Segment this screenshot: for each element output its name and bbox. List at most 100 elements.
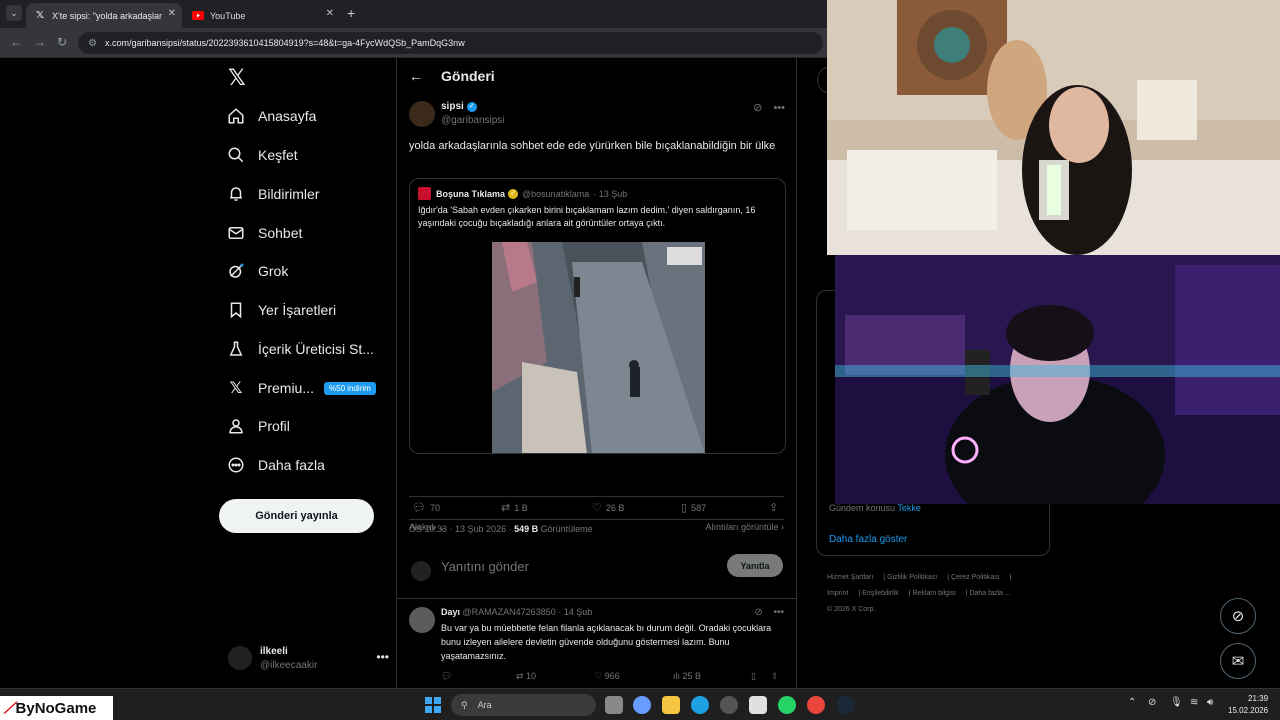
new-tab-button[interactable]: + (347, 5, 355, 21)
trend-topic[interactable]: Gündem konusu Tekke (829, 503, 921, 513)
avatar (411, 561, 431, 581)
more-dots-icon[interactable]: ••• (773, 102, 785, 114)
footer-link[interactable]: Hizmet Şartları (827, 574, 873, 581)
microphone-icon[interactable]: 🎙︎ (1170, 697, 1183, 708)
show-more-link[interactable]: Daha fazla göster (829, 534, 907, 545)
messages-fab[interactable]: ✉ (1220, 643, 1256, 679)
verified-icon: ✓ (508, 188, 519, 199)
more-circle-icon (226, 455, 246, 475)
avatar[interactable] (409, 101, 435, 127)
tab-search-button[interactable]: ⌄ (6, 5, 22, 21)
quote-header: Boşuna Tıklama ✓ @bosunatiklama · 13 Şub (418, 187, 627, 200)
windows-start-icon[interactable] (425, 697, 441, 713)
nav-creator-studio[interactable]: İçerik Üreticisi St... (226, 334, 374, 364)
site-info-icon[interactable]: ⚙ (88, 38, 97, 49)
grok-icon[interactable]: ⊘ (754, 607, 762, 618)
sort-relevant-dropdown[interactable]: Alakalı ⌄ (409, 522, 446, 533)
nav-explore[interactable]: Keşfet (226, 140, 298, 170)
nav-bookmarks[interactable]: Yer İşaretleri (226, 295, 336, 325)
file-explorer-icon[interactable] (662, 696, 680, 714)
copilot-icon[interactable] (633, 696, 651, 714)
account-switcher[interactable]: ilkeeli @ilkeecaakir ••• (224, 640, 389, 676)
trend-prefix: Gündem konusu (829, 503, 896, 513)
reply-icon[interactable]: 💬︎ (441, 671, 452, 682)
nav-more[interactable]: Daha fazla (226, 450, 325, 480)
steam-icon[interactable] (837, 696, 855, 714)
post-button[interactable]: Gönderi yayınla (219, 499, 374, 533)
bookmark-icon[interactable]: ▯ (751, 671, 756, 682)
address-bar[interactable]: ⚙ x.com/garibansipsi/status/202239361041… (78, 32, 823, 54)
views-action[interactable]: ılı 25 B (673, 671, 701, 681)
close-icon[interactable]: ✕ (326, 8, 334, 19)
nav-home[interactable]: Anasayfa (226, 101, 316, 131)
avatar[interactable] (409, 607, 435, 633)
x-logo-icon[interactable]: 𝕏 (228, 66, 246, 91)
reload-icon[interactable]: ↻ (57, 35, 67, 49)
whatsapp-icon[interactable] (778, 696, 796, 714)
nav-grok[interactable]: Grok (226, 256, 288, 286)
author-handle[interactable]: @garibansipsi (441, 115, 505, 126)
system-clock[interactable]: 21:39 15.02.2026 (1228, 693, 1268, 717)
back-arrow-icon[interactable]: ← (409, 68, 423, 84)
store-icon[interactable] (749, 696, 767, 714)
grok-icon[interactable]: ⊘ (753, 102, 762, 114)
nav-premium[interactable]: 𝕏 Premiu... %50 indirim (226, 373, 376, 403)
reply-action[interactable]: 💬︎ 70 (412, 501, 440, 514)
repost-action[interactable]: ⇄ 1 B (501, 501, 528, 514)
settings-gear-icon[interactable] (720, 696, 738, 714)
view-quotes-link[interactable]: Alıntıları görüntüle › (705, 522, 784, 532)
avatar (228, 646, 252, 670)
share-action[interactable]: ⇪ (769, 501, 782, 514)
reply-input[interactable]: Yanıtını gönder (441, 559, 529, 574)
task-view-icon[interactable] (605, 696, 623, 714)
network-off-icon[interactable]: ⊘ (1148, 697, 1156, 708)
quote-handle: @bosunatiklama (522, 188, 590, 199)
reply-tweet[interactable]: Dayı @RAMAZAN47263850 · 14 Şub ⊘ ••• Bu … (397, 599, 796, 688)
reply-button[interactable]: Yanıtla (727, 554, 783, 577)
grok-fab[interactable]: ⊘ (1220, 598, 1256, 634)
chrome-icon[interactable] (807, 696, 825, 714)
x-logo-icon: 𝕏 (35, 10, 45, 21)
reply-composer: Yanıtını gönder Yanıtla (397, 541, 796, 599)
reply-handle: @RAMAZAN47263850 (462, 607, 556, 617)
like-action[interactable]: ♡ 26 B (592, 501, 624, 514)
nav-chat[interactable]: Sohbet (226, 218, 302, 248)
volume-icon[interactable]: 🔊︎ (1207, 697, 1213, 708)
footer-link[interactable]: Imprint (827, 590, 848, 597)
bookmark-action[interactable]: ▯ 587 (681, 501, 706, 514)
footer-link[interactable]: Daha fazla ... (969, 590, 1010, 597)
quotes-label: Alıntıları görüntüle (705, 522, 779, 532)
tab-x-post[interactable]: 𝕏 X'te sipsi: "yolda arkadaşlarınla ✕ (26, 3, 182, 28)
edge-icon[interactable] (691, 696, 709, 714)
quote-video[interactable] (492, 242, 705, 453)
more-dots-icon[interactable]: ••• (773, 607, 784, 618)
footer-link[interactable]: Gizlilik Politikası (887, 574, 937, 581)
sidebar-search[interactable] (817, 66, 827, 94)
taskbar-search[interactable]: ⚲ Ara (451, 694, 596, 716)
repost-action[interactable]: ⇄ 10 (516, 671, 536, 682)
footer-link[interactable]: Çerez Politikası (951, 574, 1000, 581)
back-arrow-icon[interactable]: ← (10, 35, 22, 49)
forward-arrow-icon[interactable]: → (34, 35, 46, 49)
chevron-right-icon: › (781, 522, 784, 532)
more-dots-icon[interactable]: ••• (376, 650, 389, 664)
nav-notifications[interactable]: Bildirimler (226, 179, 319, 209)
chevron-up-icon[interactable]: ⌃ (1128, 697, 1136, 708)
nav-profile[interactable]: Profil (226, 411, 290, 441)
tab-youtube[interactable]: YouTube ✕ (184, 3, 340, 28)
trend-link[interactable]: Tekke (897, 503, 921, 513)
quoted-tweet[interactable]: Boşuna Tıklama ✓ @bosunatiklama · 13 Şub… (409, 178, 786, 454)
footer-link[interactable]: Reklam bilgisi (913, 590, 956, 597)
x-premium-icon: 𝕏 (229, 380, 243, 397)
like-action[interactable]: ♡ 966 (594, 671, 620, 682)
quote-date: · 13 Şub (593, 188, 628, 199)
share-icon[interactable]: ⇪ (771, 671, 779, 682)
repost-icon: ⇄ (516, 671, 527, 681)
wifi-icon[interactable]: ≋ (1190, 697, 1198, 708)
close-icon[interactable]: ✕ (168, 8, 176, 19)
tweet-menu: ⊘ ••• (753, 101, 785, 114)
youtube-icon (192, 10, 204, 22)
tweet-author[interactable]: sipsi ✓ (441, 101, 477, 112)
nav-label: Keşfet (258, 147, 298, 163)
footer-link[interactable]: Erişilebilirlik (862, 590, 899, 597)
